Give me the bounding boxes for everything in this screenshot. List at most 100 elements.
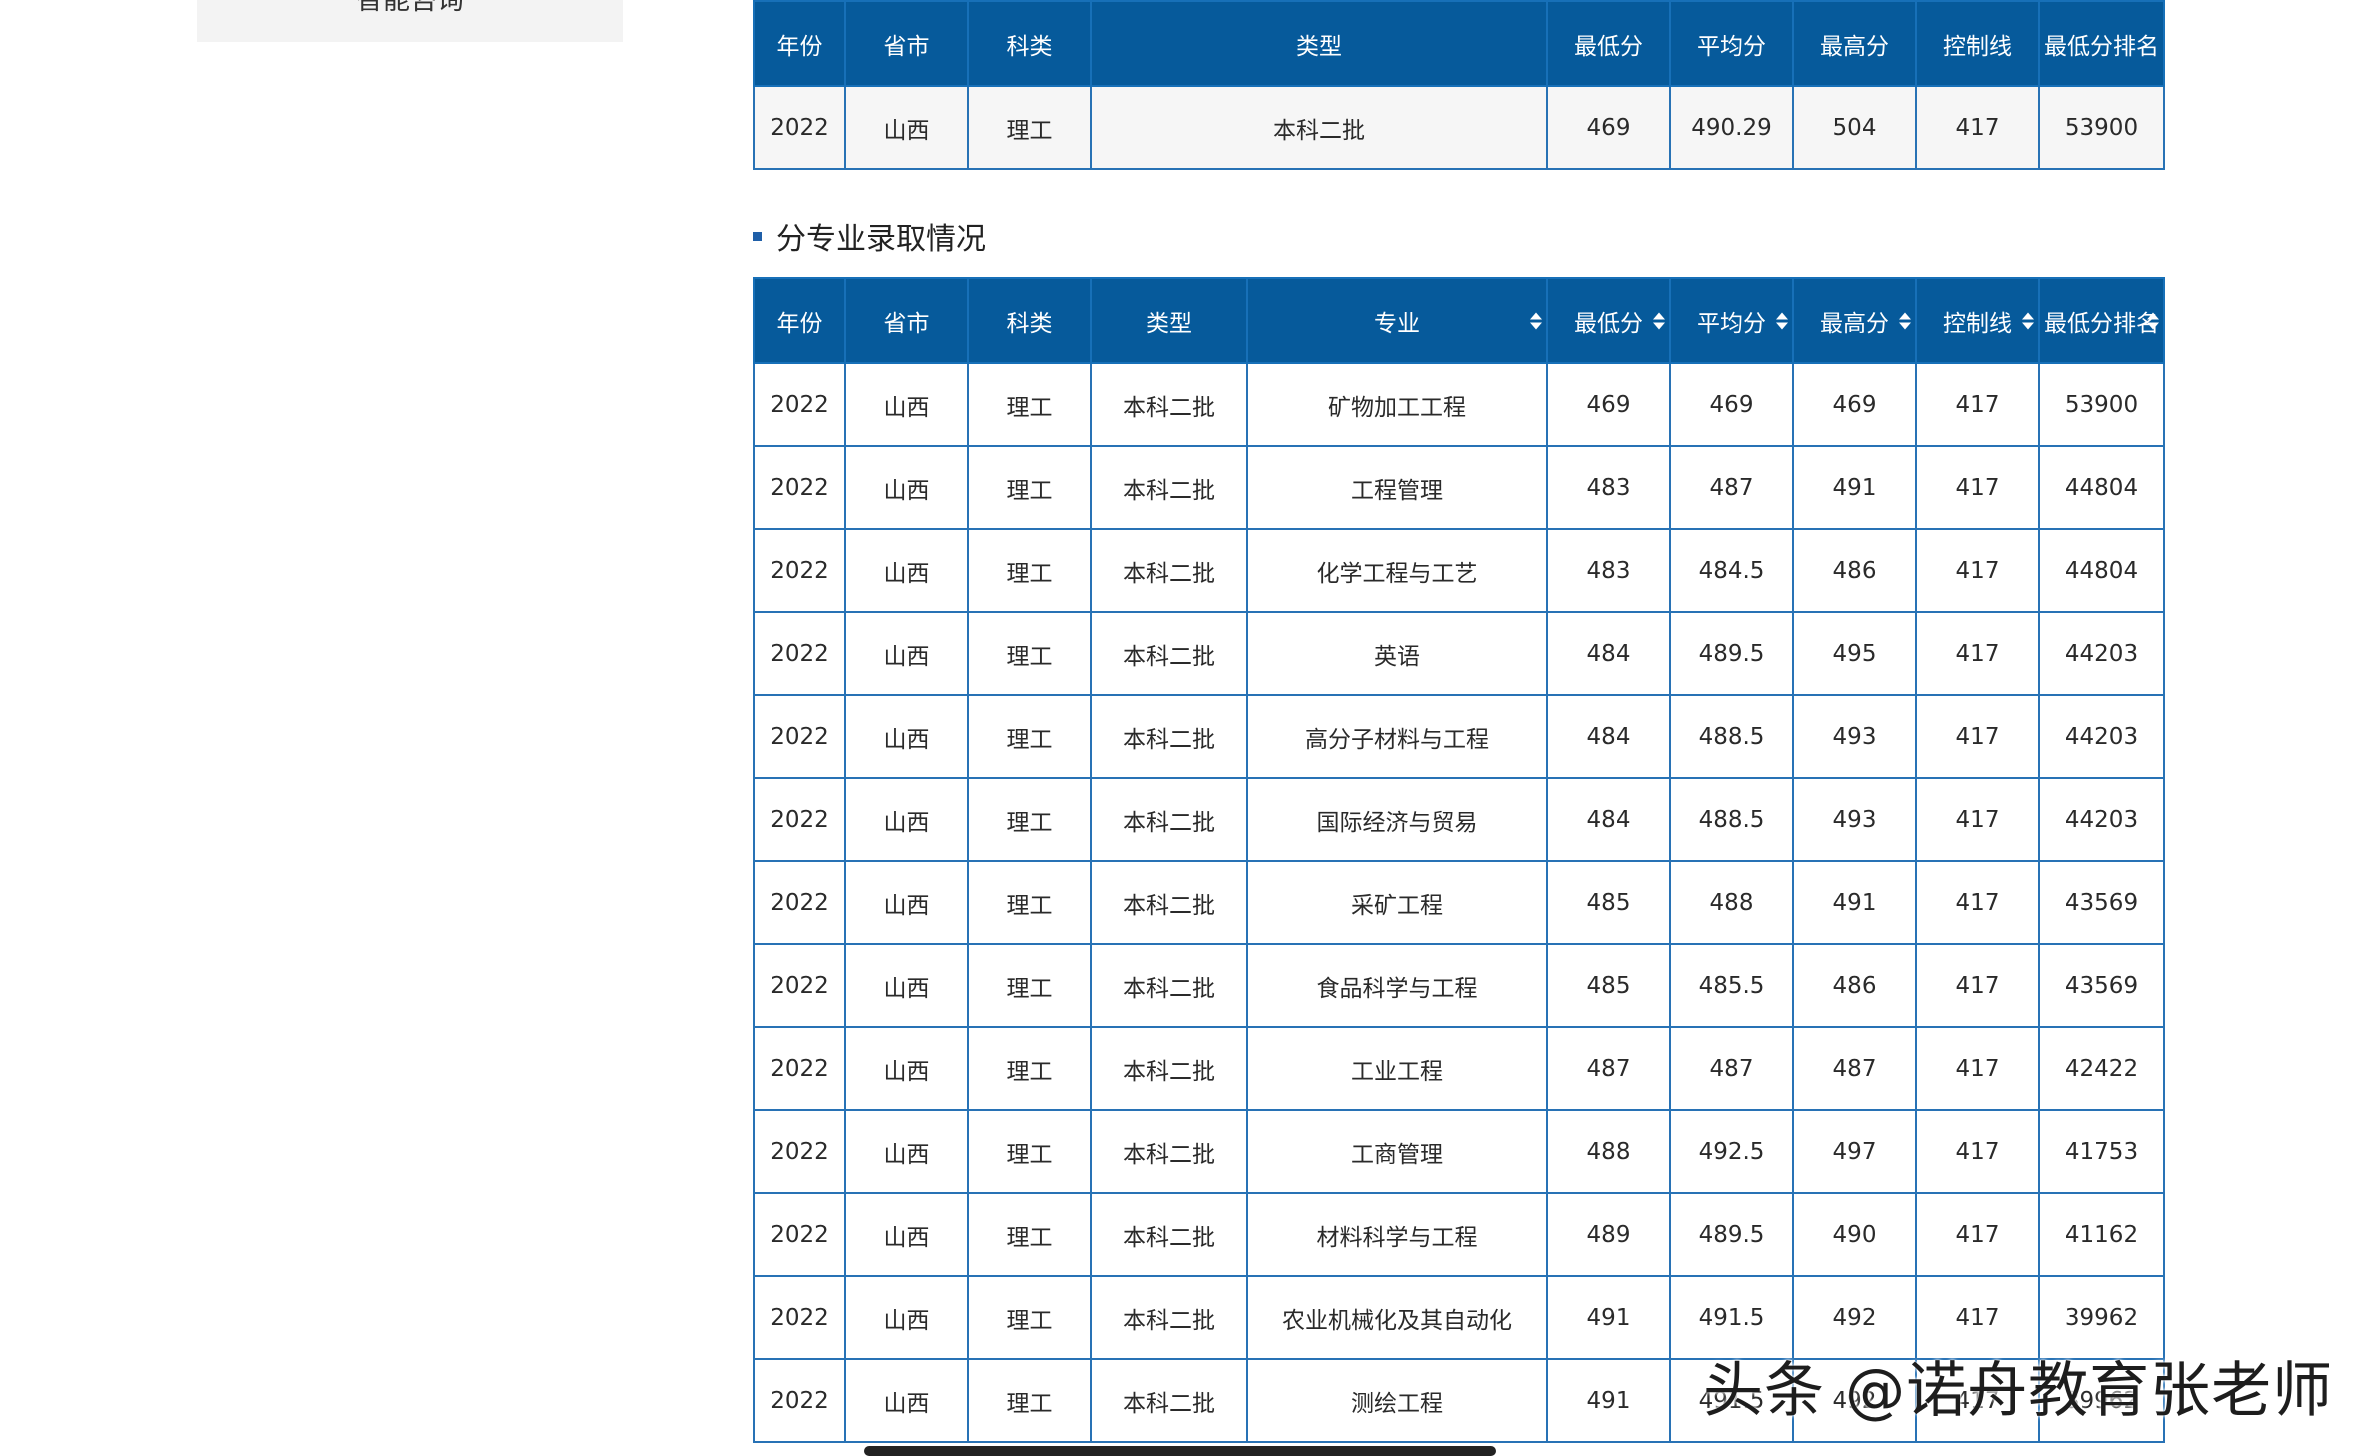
- cell-subject: 理工: [967, 611, 1092, 696]
- cell-province: 山西: [844, 611, 969, 696]
- cell-major: 食品科学与工程: [1246, 943, 1548, 1028]
- major-header-year: 年份: [753, 277, 846, 364]
- cell-avg-score: 484.5: [1669, 528, 1794, 613]
- sort-arrows-icon[interactable]: [1530, 312, 1542, 329]
- cell-subject: 理工: [967, 1275, 1092, 1360]
- cell-subject: 理工: [967, 1358, 1092, 1443]
- sort-arrows-icon[interactable]: [1653, 312, 1665, 329]
- cell-max-score: 487: [1792, 1026, 1917, 1111]
- cell-min-rank: 41753: [2038, 1109, 2165, 1194]
- cell-subject: 理工: [967, 943, 1092, 1028]
- table-row: 2022 山西 理工 本科二批 英语 484 489.5 495 417 44203: [753, 611, 2165, 696]
- cell-avg-score: 487: [1669, 445, 1794, 530]
- cell-max-score: 493: [1792, 777, 1917, 862]
- summary-cell-max-score: 504: [1792, 85, 1917, 170]
- cell-subject: 理工: [967, 694, 1092, 779]
- major-header-major-sortable[interactable]: 专业: [1246, 277, 1548, 364]
- cell-avg-score: 488.5: [1669, 777, 1794, 862]
- cell-province: 山西: [844, 1358, 969, 1443]
- sort-arrows-icon[interactable]: [1776, 312, 1788, 329]
- cell-min-score: 491: [1546, 1358, 1671, 1443]
- summary-header-min-score: 最低分: [1546, 0, 1671, 87]
- summary-header-max-score: 最高分: [1792, 0, 1917, 87]
- cell-batch: 本科二批: [1090, 1358, 1248, 1443]
- cell-year: 2022: [753, 445, 846, 530]
- cell-year: 2022: [753, 860, 846, 945]
- sidebar-nav-item[interactable]: 智能咨询: [197, 0, 623, 42]
- cell-province: 山西: [844, 694, 969, 779]
- summary-header-year: 年份: [753, 0, 846, 87]
- cell-year: 2022: [753, 1192, 846, 1277]
- watermark-text: 头条 @诺舟教育张老师: [1703, 1356, 2334, 1426]
- cell-batch: 本科二批: [1090, 1192, 1248, 1277]
- major-header-max-score-sortable[interactable]: 最高分: [1792, 277, 1917, 364]
- cell-batch: 本科二批: [1090, 611, 1248, 696]
- cell-major: 工业工程: [1246, 1026, 1548, 1111]
- cell-min-score: 488: [1546, 1109, 1671, 1194]
- cell-min-rank: 53900: [2038, 362, 2165, 447]
- cell-max-score: 495: [1792, 611, 1917, 696]
- cell-subject: 理工: [967, 1109, 1092, 1194]
- major-header-min-score-sortable[interactable]: 最低分: [1546, 277, 1671, 364]
- cell-avg-score: 489.5: [1669, 1192, 1794, 1277]
- cell-batch: 本科二批: [1090, 694, 1248, 779]
- cell-min-score: 487: [1546, 1026, 1671, 1111]
- cell-min-rank: 44203: [2038, 694, 2165, 779]
- cell-province: 山西: [844, 777, 969, 862]
- cell-batch: 本科二批: [1090, 362, 1248, 447]
- major-header-row: 年份 省市 科类 类型 专业 最低分 平均分 最高分 控制线 最低分排名: [753, 277, 2165, 364]
- summary-cell-batch: 本科二批: [1090, 85, 1548, 170]
- cell-min-rank: 44203: [2038, 611, 2165, 696]
- cell-year: 2022: [753, 611, 846, 696]
- cell-min-rank: 44804: [2038, 445, 2165, 530]
- cell-batch: 本科二批: [1090, 943, 1248, 1028]
- cell-subject: 理工: [967, 1192, 1092, 1277]
- cell-min-rank: 43569: [2038, 860, 2165, 945]
- summary-header-min-rank: 最低分排名: [2038, 0, 2165, 87]
- cell-control-line: 417: [1915, 611, 2040, 696]
- summary-cell-avg-score: 490.29: [1669, 85, 1794, 170]
- sidebar-item-label: 智能咨询: [356, 0, 464, 16]
- cell-control-line: 417: [1915, 1109, 2040, 1194]
- cell-major: 化学工程与工艺: [1246, 528, 1548, 613]
- major-header-subject: 科类: [967, 277, 1092, 364]
- cell-batch: 本科二批: [1090, 1026, 1248, 1111]
- cell-major: 农业机械化及其自动化: [1246, 1275, 1548, 1360]
- cell-control-line: 417: [1915, 943, 2040, 1028]
- cell-subject: 理工: [967, 777, 1092, 862]
- cell-major: 国际经济与贸易: [1246, 777, 1548, 862]
- cell-min-score: 484: [1546, 694, 1671, 779]
- cell-year: 2022: [753, 777, 846, 862]
- cell-max-score: 486: [1792, 943, 1917, 1028]
- cell-min-score: 484: [1546, 611, 1671, 696]
- major-table-body: 2022 山西 理工 本科二批 矿物加工工程 469 469 469 417 53900 2022 山…: [753, 362, 2165, 1443]
- table-row: 2022 山西 理工 本科二批 采矿工程 485 488 491 417 43569: [753, 860, 2165, 945]
- horizontal-scrollbar[interactable]: [864, 1446, 1496, 1456]
- cell-control-line: 417: [1915, 777, 2040, 862]
- summary-header-subject: 科类: [967, 0, 1092, 87]
- cell-major: 工程管理: [1246, 445, 1548, 530]
- cell-avg-score: 488.5: [1669, 694, 1794, 779]
- summary-cell-year: 2022: [753, 85, 846, 170]
- table-row: 2022 山西 理工 本科二批 材料科学与工程 489 489.5 490 417 41162: [753, 1192, 2165, 1277]
- major-header-max-score-label: 最高分: [1820, 310, 1889, 337]
- cell-batch: 本科二批: [1090, 1109, 1248, 1194]
- summary-cell-subject: 理工: [967, 85, 1092, 170]
- major-header-avg-score-sortable[interactable]: 平均分: [1669, 277, 1794, 364]
- cell-max-score: 493: [1792, 694, 1917, 779]
- major-header-min-rank-sortable[interactable]: 最低分排名: [2038, 277, 2165, 364]
- cell-min-rank: 42422: [2038, 1026, 2165, 1111]
- cell-min-rank: 44804: [2038, 528, 2165, 613]
- major-header-control-line-sortable[interactable]: 控制线: [1915, 277, 2040, 364]
- cell-avg-score: 469: [1669, 362, 1794, 447]
- sort-arrows-icon[interactable]: [2147, 312, 2159, 329]
- sort-arrows-icon[interactable]: [2022, 312, 2034, 329]
- cell-max-score: 497: [1792, 1109, 1917, 1194]
- summary-admission-table: 年份 省市 科类 类型 最低分 平均分 最高分 控制线 最低分排名 2022 山…: [753, 0, 2165, 170]
- cell-avg-score: 492.5: [1669, 1109, 1794, 1194]
- cell-year: 2022: [753, 694, 846, 779]
- cell-min-score: 491: [1546, 1275, 1671, 1360]
- cell-subject: 理工: [967, 362, 1092, 447]
- section-bullet-icon: [753, 231, 762, 241]
- sort-arrows-icon[interactable]: [1899, 312, 1911, 329]
